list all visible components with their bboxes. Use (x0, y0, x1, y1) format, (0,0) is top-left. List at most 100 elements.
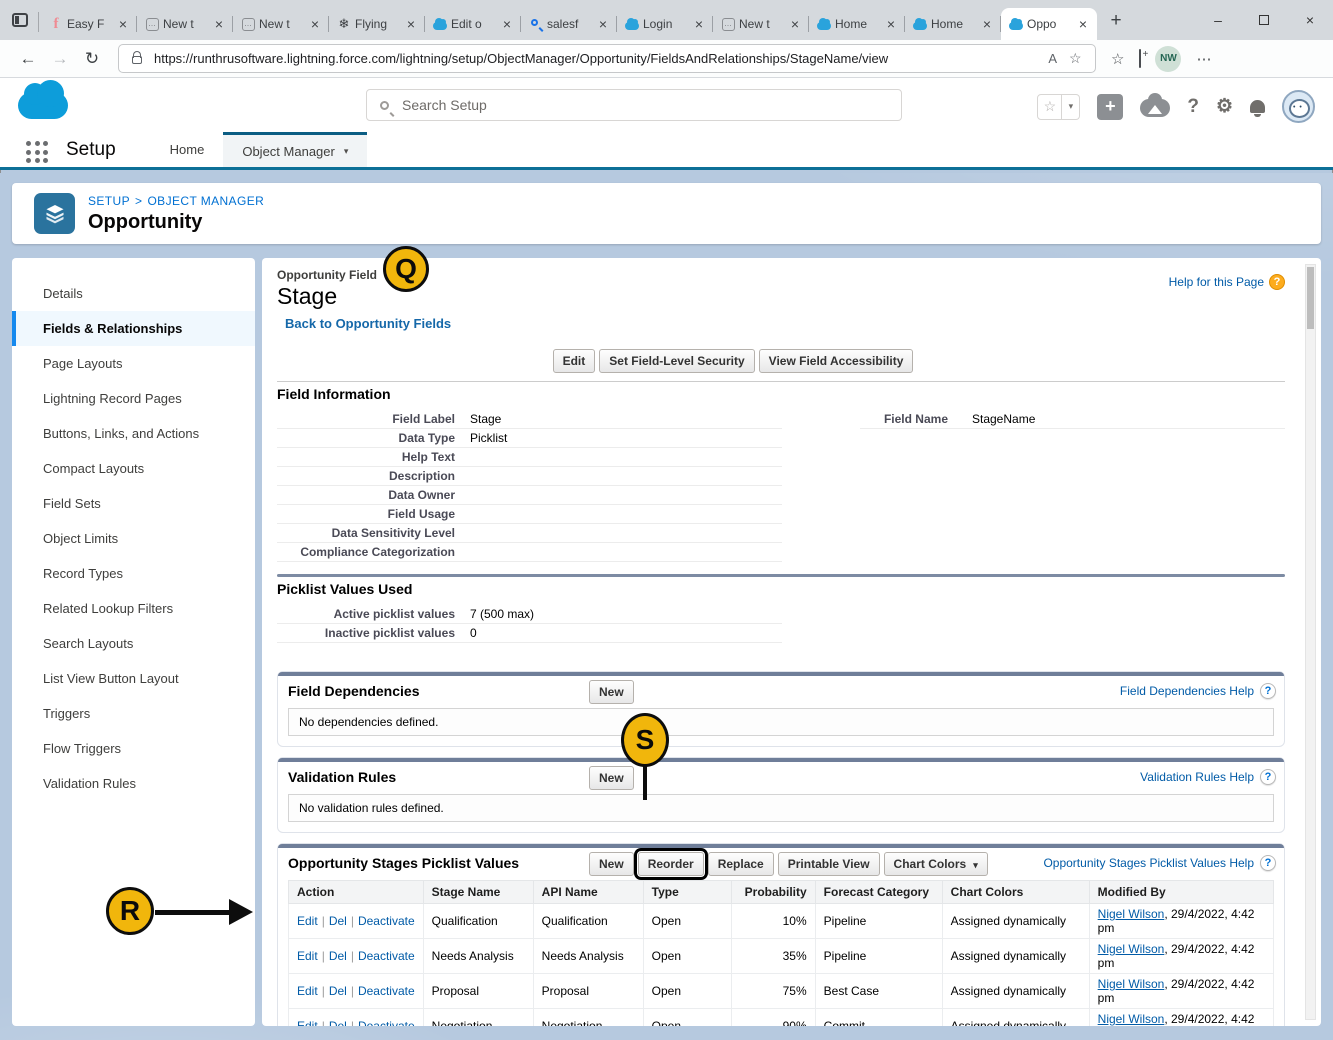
sidebar-item[interactable]: Flow Triggers (12, 731, 255, 766)
modified-by-user-link[interactable]: Nigel Wilson (1098, 1012, 1165, 1026)
browser-tab-new-2[interactable]: ...New t× (233, 8, 329, 40)
sidebar-item[interactable]: Validation Rules (12, 766, 255, 801)
tab-close-icon[interactable]: × (212, 16, 226, 32)
edit-link[interactable]: Edit (297, 914, 318, 928)
view-field-accessibility-button[interactable]: View Field Accessibility (759, 349, 914, 373)
tab-close-icon[interactable]: × (788, 16, 802, 32)
sidebar-item[interactable]: Compact Layouts (12, 451, 255, 486)
trailhead-icon[interactable] (1140, 99, 1170, 117)
sidebar-item[interactable]: Lightning Record Pages (12, 381, 255, 416)
edit-link[interactable]: Edit (297, 984, 318, 998)
sidebar-item[interactable]: List View Button Layout (12, 661, 255, 696)
favorites-chevron-icon[interactable]: ▾ (1062, 94, 1080, 120)
browser-tab-new-3[interactable]: ...New t× (713, 8, 809, 40)
vertical-scrollbar[interactable] (1305, 264, 1316, 1020)
browser-tab-easy[interactable]: fEasy F× (41, 8, 137, 40)
add-favorite-icon[interactable]: ☆ (1069, 51, 1084, 66)
reorder-button[interactable]: Reorder (638, 852, 704, 876)
del-link[interactable]: Del (329, 984, 347, 998)
sidebar-item[interactable]: Details (12, 276, 255, 311)
tab-close-icon[interactable]: × (692, 16, 706, 32)
browser-tab-new-1[interactable]: ...New t× (137, 8, 233, 40)
modified-by-user-link[interactable]: Nigel Wilson (1098, 942, 1165, 956)
new-stage-button[interactable]: New (589, 852, 634, 876)
tab-close-icon[interactable]: × (500, 16, 514, 32)
favorites-icon[interactable]: ☆ (1111, 50, 1124, 68)
tab-close-icon[interactable]: × (884, 16, 898, 32)
sidebar-item[interactable]: Page Layouts (12, 346, 255, 381)
deactivate-link[interactable]: Deactivate (358, 984, 415, 998)
deactivate-link[interactable]: Deactivate (358, 914, 415, 928)
help-orange-icon[interactable]: ? (1269, 274, 1285, 290)
validation-rules-help-link[interactable]: Validation Rules Help? (1140, 769, 1276, 785)
browser-tab-login[interactable]: Login× (617, 8, 713, 40)
tab-close-icon[interactable]: × (308, 16, 322, 32)
sidebar-item[interactable]: Fields & Relationships (12, 311, 255, 346)
modified-by-user-link[interactable]: Nigel Wilson (1098, 907, 1165, 921)
sidebar-item[interactable]: Field Sets (12, 486, 255, 521)
help-for-page-link[interactable]: Help for this Page? (1169, 274, 1285, 290)
replace-button[interactable]: Replace (708, 852, 774, 876)
setup-search-box[interactable] (366, 89, 902, 121)
browser-profile-avatar[interactable]: NW (1155, 46, 1181, 72)
printable-view-button[interactable]: Printable View (778, 852, 880, 876)
app-launcher-icon[interactable] (26, 141, 49, 164)
browser-tab-opportunity-active[interactable]: Oppo× (1001, 8, 1097, 40)
minimize-button[interactable]: – (1195, 0, 1241, 40)
favorite-star-icon[interactable]: ☆ (1037, 94, 1062, 120)
sidebar-item[interactable]: Record Types (12, 556, 255, 591)
read-aloud-icon[interactable]: A (1048, 51, 1057, 66)
tab-close-icon[interactable]: × (1076, 16, 1090, 32)
url-text[interactable]: https://runthrusoftware.lightning.force.… (154, 51, 1036, 66)
modified-by-user-link[interactable]: Nigel Wilson (1098, 977, 1165, 991)
user-avatar[interactable] (1282, 90, 1315, 123)
help-question-icon[interactable]: ? (1260, 683, 1276, 699)
help-icon[interactable]: ? (1187, 96, 1199, 118)
edit-button[interactable]: Edit (553, 349, 596, 373)
close-window-button[interactable]: × (1287, 0, 1333, 40)
stages-picklist-help-link[interactable]: Opportunity Stages Picklist Values Help? (1043, 855, 1276, 871)
tab-close-icon[interactable]: × (596, 16, 610, 32)
browser-menu-icon[interactable]: ⋯ (1196, 50, 1211, 68)
help-question-icon[interactable]: ? (1260, 769, 1276, 785)
tab-close-icon[interactable]: × (404, 16, 418, 32)
set-field-level-security-button[interactable]: Set Field-Level Security (599, 349, 754, 373)
del-link[interactable]: Del (329, 914, 347, 928)
refresh-button[interactable]: ↻ (76, 49, 108, 69)
tab-home[interactable]: Home (151, 132, 224, 167)
url-field[interactable]: https://runthrusoftware.lightning.force.… (118, 44, 1096, 73)
back-button[interactable]: ← (12, 49, 44, 69)
scrollbar-thumb[interactable] (1307, 267, 1314, 329)
tab-close-icon[interactable]: × (116, 16, 130, 32)
new-dependency-button[interactable]: New (589, 680, 634, 704)
browser-tab-flying[interactable]: ❄Flying× (329, 8, 425, 40)
breadcrumb-object-manager-link[interactable]: OBJECT MANAGER (147, 194, 264, 208)
del-link[interactable]: Del (329, 949, 347, 963)
help-question-icon[interactable]: ? (1260, 855, 1276, 871)
browser-tab-edit[interactable]: Edit o× (425, 8, 521, 40)
edit-link[interactable]: Edit (297, 949, 318, 963)
browser-tab-home-1[interactable]: Home× (809, 8, 905, 40)
quick-create-icon[interactable]: + (1097, 94, 1123, 120)
new-tab-button[interactable]: + (1102, 7, 1130, 35)
favorites-widget[interactable]: ☆▾ (1037, 94, 1080, 120)
field-dependencies-help-link[interactable]: Field Dependencies Help? (1120, 683, 1276, 699)
maximize-button[interactable] (1241, 0, 1287, 40)
chart-colors-button[interactable]: Chart Colors▾ (884, 852, 988, 876)
browser-tab-salesf[interactable]: salesf× (521, 8, 617, 40)
edit-link[interactable]: Edit (297, 1019, 318, 1026)
collections-icon[interactable] (1139, 50, 1141, 67)
browser-tab-home-2[interactable]: Home× (905, 8, 1001, 40)
deactivate-link[interactable]: Deactivate (358, 949, 415, 963)
breadcrumb-setup-link[interactable]: SETUP (88, 194, 130, 208)
tab-close-icon[interactable]: × (980, 16, 994, 32)
del-link[interactable]: Del (329, 1019, 347, 1026)
sidebar-item[interactable]: Object Limits (12, 521, 255, 556)
sidebar-item[interactable]: Related Lookup Filters (12, 591, 255, 626)
settings-gear-icon[interactable]: ⚙ (1216, 95, 1233, 118)
deactivate-link[interactable]: Deactivate (358, 1019, 415, 1026)
back-to-fields-link[interactable]: Back to Opportunity Fields (285, 316, 451, 331)
notifications-bell-icon[interactable] (1250, 100, 1265, 113)
setup-search-input[interactable] (402, 97, 888, 113)
forward-button[interactable]: → (44, 49, 76, 69)
